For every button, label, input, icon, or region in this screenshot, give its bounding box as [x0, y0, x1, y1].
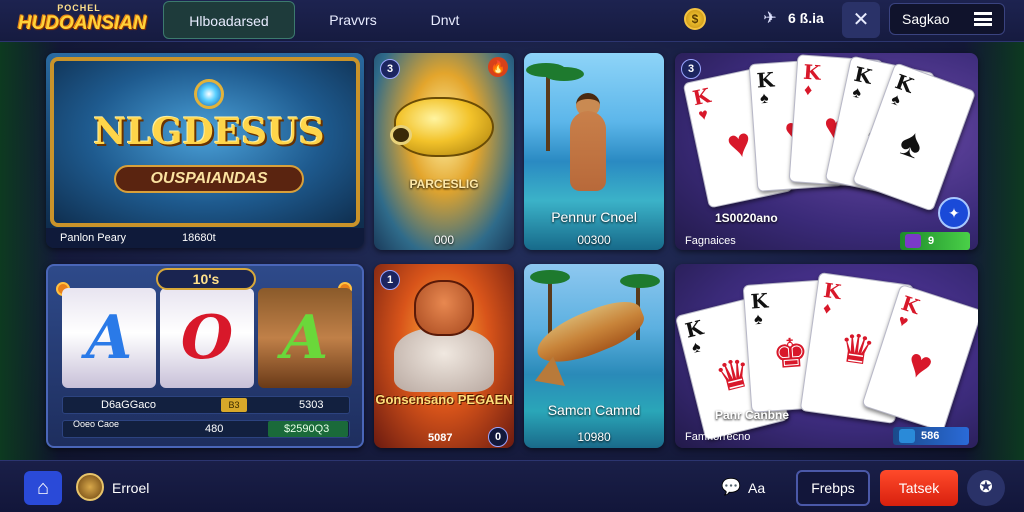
tab-providers[interactable]: Pravvrs: [325, 1, 381, 39]
tab-other[interactable]: Dnvt: [425, 1, 465, 39]
card-amount: 00300: [577, 233, 611, 247]
share-button[interactable]: ✪: [967, 470, 1005, 506]
slot-row-value: 5303: [299, 399, 324, 411]
game-card-fish[interactable]: 3 🔥 PARCESLIG 000: [374, 53, 514, 250]
coin-icon[interactable]: $: [684, 8, 706, 30]
chip-icon: [899, 429, 915, 443]
slot-row-label: Ooeo Caoe: [73, 419, 120, 429]
logo-tagline: POCHEL: [57, 3, 101, 13]
fish-illustration: [394, 97, 494, 157]
chat-label[interactable]: Aa: [748, 480, 765, 496]
card-title: Samcn Camnd: [547, 402, 641, 418]
fish-tail: [528, 356, 566, 396]
signup-button[interactable]: Sagkao: [889, 3, 1005, 35]
card-amount: 10980: [577, 430, 611, 444]
fire-icon: 🔥: [488, 57, 508, 77]
tools-icon: ✕: [852, 9, 870, 31]
featured-provider: Panlon Peary: [60, 232, 127, 244]
game-controller-icon[interactable]: ✦: [938, 197, 970, 229]
featured-title: NLGDESUS: [93, 111, 325, 153]
primary-button[interactable]: Tatsek: [880, 470, 958, 506]
signup-label: Sagkao: [902, 11, 950, 27]
casino-logo[interactable]: POCHEL HUDOANSIAN: [18, 3, 147, 39]
game-card-court-cards[interactable]: K ♠ ♛ K ♠ ♚ K ♦ ♛ K ♥ ♥ Panr Canbne Famnorrecno …: [675, 264, 978, 448]
card-amount: 5087: [428, 432, 453, 444]
card-amount: 1S0020ano: [715, 211, 778, 225]
card-title: Pennur Cnoel: [551, 209, 637, 225]
slot-row-value: 480: [205, 423, 224, 435]
card-badge: 1: [380, 270, 400, 290]
card-amount: Panr Canbne: [715, 408, 790, 422]
game-card-monster[interactable]: 1 Gonsensano PEGAEN 5087 0: [374, 264, 514, 448]
card-badge: 3: [380, 59, 400, 79]
palm-leaf: [530, 270, 570, 284]
card-provider: Fagnaices: [685, 235, 736, 247]
secondary-button[interactable]: Frebps: [796, 470, 870, 506]
home-icon: ⌂: [36, 477, 50, 499]
slot-row-jackpot: $2590Q3: [268, 421, 348, 437]
monster-illustration: [414, 280, 474, 336]
tools-button[interactable]: ✕: [842, 2, 880, 38]
slot-reel: A: [258, 288, 352, 388]
card-title: PARCESLIG: [409, 177, 479, 191]
balance-value: 6 ß.ia: [788, 10, 824, 26]
avatar[interactable]: [76, 473, 104, 501]
card-badge: 3: [681, 59, 701, 79]
featured-frame: NLGDESUS OUSPAIANDAS: [50, 57, 360, 227]
share-icon: ✪: [979, 479, 993, 496]
menu-icon[interactable]: [974, 12, 992, 26]
slot-row-label: D6aGGaco: [101, 399, 157, 411]
game-card-cards[interactable]: 3 K♥♥ K♠♥ K♦♥ K♠♠ K♠♠ 1S0020ano ✦ Fagnai…: [675, 53, 978, 250]
card-provider: Famnorrecno: [685, 431, 751, 443]
featured-footer: Panlon Peary 18680t: [46, 228, 364, 248]
featured-subtitle: OUSPAIANDAS: [114, 165, 304, 193]
palm-leaf: [544, 67, 584, 81]
slot-header: 10's: [156, 268, 256, 290]
swimmer-illustration: [570, 111, 606, 191]
chat-icon[interactable]: 💬: [720, 477, 742, 499]
top-bar: POCHEL HUDOANSIAN Hlboadarsed Pravvrs Dn…: [0, 0, 1024, 42]
chip-icon: [905, 234, 921, 248]
plane-icon: ✈: [763, 10, 777, 27]
monster-body: [394, 328, 494, 392]
home-button[interactable]: ⌂: [24, 471, 62, 505]
palm-leaf: [620, 274, 660, 288]
card-amount: 000: [433, 233, 455, 247]
featured-amount: 18680t: [182, 232, 216, 244]
card-title: Gonsensano PEGAEN: [375, 392, 513, 407]
user-name: Erroel: [112, 480, 150, 496]
bottom-bar: ⌂ Erroel 💬 Aa Frebps Tatsek ✪: [0, 460, 1024, 512]
gem-icon: [194, 79, 224, 109]
slot-reel: O: [160, 288, 254, 388]
tab-home[interactable]: Hlboadarsed: [163, 1, 295, 39]
slot-row: Ooeo Caoe 480 $2590Q3: [62, 420, 350, 438]
slot-row: D6aGGaco B3 5303: [62, 396, 350, 414]
fish-mouth: [390, 125, 412, 145]
game-card-featured[interactable]: NLGDESUS OUSPAIANDAS Panlon Peary 18680t: [46, 53, 364, 248]
game-card-salmon[interactable]: Samcn Camnd 10980: [524, 264, 664, 448]
slot-row-tag: B3: [221, 398, 247, 412]
slot-reel: A: [62, 288, 156, 388]
logo-wordmark: HUDOANSIAN: [18, 13, 147, 34]
count-badge: 0: [488, 427, 508, 447]
palm-tree: [546, 71, 550, 151]
game-card-slots[interactable]: A O A 10's D6aGGaco B3 5303 Ooeo Caoe 48…: [46, 264, 364, 448]
game-card-beach[interactable]: Pennur Cnoel 00300: [524, 53, 664, 250]
